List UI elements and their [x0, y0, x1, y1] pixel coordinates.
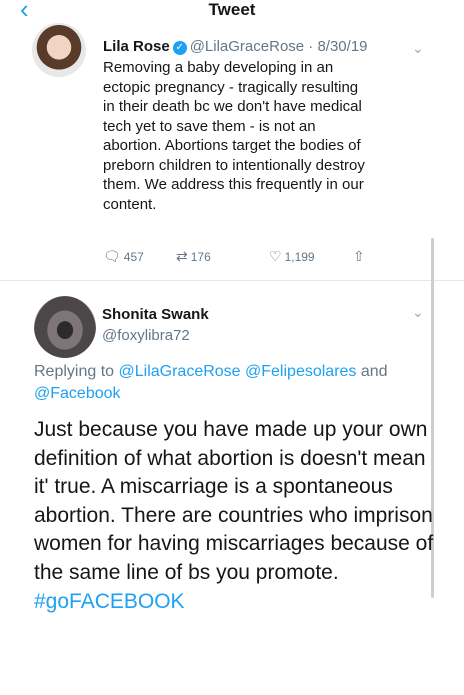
verified-badge-icon: ✓: [172, 41, 187, 55]
replying-and: and: [360, 363, 388, 380]
tweet-actions: 🗨 457 ⇄ 176 ♡ 1,199 ⇧: [103, 248, 403, 268]
author-handle-time: @LilaGraceRose · 8/30/19: [189, 38, 368, 55]
replying-prefix: Replying to: [34, 363, 115, 380]
header-title: Tweet: [208, 0, 256, 19]
reply-count: 457: [123, 250, 144, 264]
retweet-button[interactable]: ⇄ 176: [176, 248, 211, 265]
lila-rose-avatar[interactable]: [32, 23, 86, 77]
reply-author-handle[interactable]: @foxylibra72: [102, 327, 190, 344]
share-icon: ⇧: [353, 248, 365, 264]
reply-icon: 🗨: [103, 248, 121, 264]
reply-text-block: Just because you have made up your own d…: [34, 416, 434, 616]
tweet-text: Removing a baby developing in an ectopic…: [103, 59, 365, 213]
retweet-count: 176: [190, 250, 211, 264]
tweet-author-line: Lila Rose ✓ @LilaGraceRose · 8/30/19: [103, 38, 368, 55]
replying-to-facebook[interactable]: @Facebook: [34, 385, 121, 402]
shonita-swank-avatar[interactable]: [34, 296, 96, 358]
hashtag-link[interactable]: #goFACEBOOK: [34, 590, 185, 613]
reply-author-name[interactable]: Shonita Swank: [102, 306, 209, 323]
like-button[interactable]: ♡ 1,199: [269, 248, 315, 265]
reply-menu-chevron-icon[interactable]: ⌄: [412, 304, 424, 321]
tweet-header: ‹ Tweet: [0, 0, 464, 22]
replying-to-line: Replying to @LilaGraceRose @Felipesolare…: [34, 361, 424, 405]
tweet-divider: [0, 280, 464, 281]
heart-icon: ♡: [269, 248, 282, 264]
reply-button[interactable]: 🗨 457: [103, 248, 144, 265]
retweet-icon: ⇄: [176, 248, 188, 264]
author-name[interactable]: Lila Rose: [103, 38, 170, 55]
like-count: 1,199: [284, 250, 315, 264]
reply-text: Just because you have made up your own d…: [34, 418, 434, 584]
share-button[interactable]: ⇧: [353, 248, 368, 265]
replying-to-handles[interactable]: @LilaGraceRose @Felipesolares: [119, 363, 357, 380]
tweet-menu-chevron-icon[interactable]: ⌄: [412, 40, 424, 57]
